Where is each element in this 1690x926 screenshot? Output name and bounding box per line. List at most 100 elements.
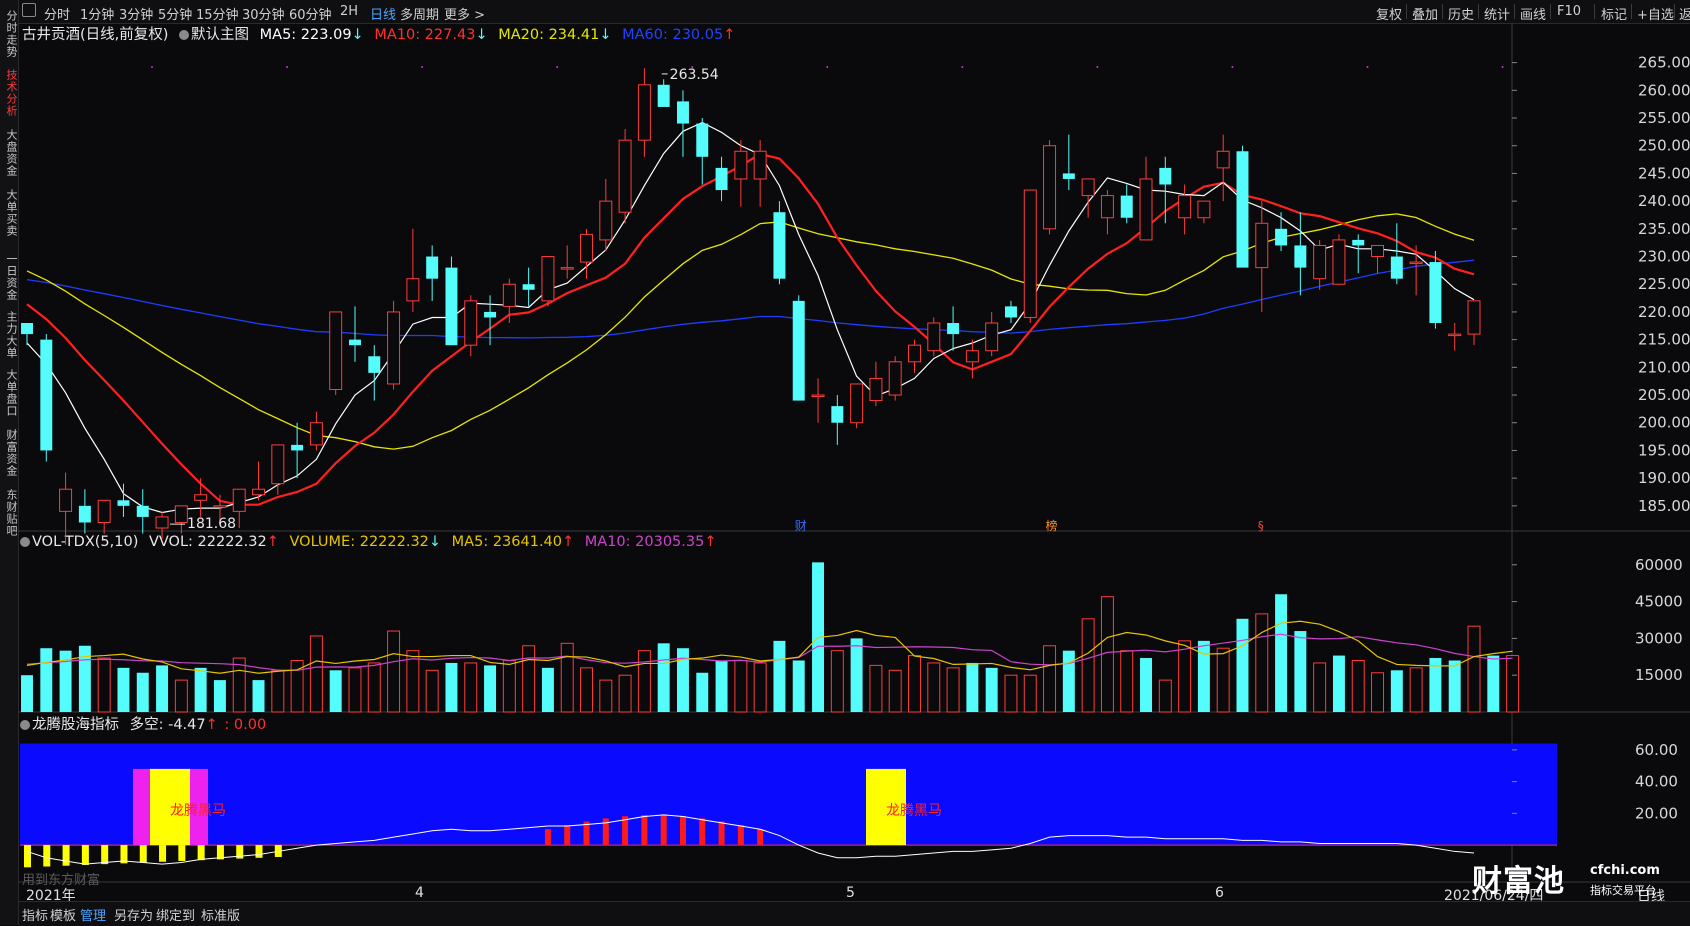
candle [1352, 234, 1365, 274]
red-bar [679, 816, 686, 846]
red-bar [718, 821, 725, 846]
y-tick-label: 190.00 [1638, 469, 1690, 487]
candle [1332, 234, 1346, 285]
volume-bar [1158, 679, 1172, 713]
bottom-indicator[interactable]: 指标 [22, 905, 48, 924]
candle-body [1448, 333, 1462, 337]
candle [1139, 156, 1153, 241]
bottom-template[interactable]: 模板 [50, 905, 76, 924]
candle-body [1062, 173, 1075, 179]
candle-body [753, 150, 767, 180]
candle [888, 356, 902, 401]
red-bar [641, 815, 648, 846]
y-tick-label: 240.00 [1638, 192, 1690, 210]
candle [155, 511, 169, 540]
bottom-saveas[interactable]: 另存为 [114, 905, 153, 924]
y-tick-label: 225.00 [1638, 275, 1690, 293]
volume-bar [946, 667, 960, 713]
candle-body [715, 167, 728, 191]
yellow-bar [81, 845, 89, 865]
volume-bar [1351, 659, 1365, 713]
volume-bars [21, 562, 1520, 713]
candle-body [1100, 195, 1114, 219]
candle [117, 483, 130, 517]
stock-chart[interactable]: 龙腾黑马 龙腾黑马 265.00 260.00 255.00 250.00 245.00 2… [0, 0, 1690, 925]
volume-bar [1390, 670, 1403, 712]
candle [715, 156, 728, 202]
candle-body [1004, 306, 1017, 318]
bottom-manage[interactable]: 管理 [80, 905, 106, 924]
event-marker: 财 [795, 519, 807, 533]
candle-body [657, 84, 670, 107]
candle [78, 489, 91, 534]
candle [1390, 223, 1403, 285]
candle-body [888, 361, 902, 396]
volume-bar [599, 679, 613, 713]
volume-bar [522, 645, 536, 713]
volume-bar [1332, 655, 1345, 712]
bottom-standard[interactable]: 标准版 [201, 905, 240, 924]
candle [252, 461, 266, 501]
candle [637, 68, 651, 157]
candle [580, 228, 593, 279]
candle-body [252, 488, 266, 496]
red-bar [544, 829, 551, 846]
volume-bar [1178, 640, 1192, 713]
ma-lines [26, 121, 1475, 514]
candle-body [1332, 239, 1346, 285]
candle-body [464, 300, 478, 346]
candle-body [155, 516, 169, 529]
ma10-line [26, 152, 1475, 506]
candle [1294, 212, 1307, 296]
event-marker: § [1258, 519, 1264, 533]
red-bar [699, 818, 706, 846]
y-tick-label: 250.00 [1638, 137, 1690, 155]
candle [1371, 244, 1385, 274]
volume-bar [232, 657, 246, 713]
volume-bar [136, 672, 149, 712]
candle-body [522, 284, 535, 290]
candle [309, 411, 323, 451]
yellow-bar [62, 845, 70, 866]
candle [1004, 300, 1017, 324]
volume-bar [502, 659, 516, 713]
event-dot [826, 66, 829, 68]
volume-bar [541, 667, 554, 712]
low-annotation: 181.68 [187, 516, 236, 532]
candle [753, 140, 767, 207]
candle-body [329, 311, 343, 390]
candle [1448, 323, 1462, 351]
candle-body [1371, 244, 1385, 258]
volume-bar [1004, 674, 1018, 713]
volume-bar [387, 630, 401, 713]
red-bar [622, 816, 629, 846]
candle [657, 79, 670, 107]
candle-body [484, 311, 497, 318]
volume-bar [1467, 625, 1481, 713]
bottom-bind[interactable]: 绑定到 [156, 905, 195, 924]
candle [1120, 184, 1133, 224]
volume-bar [40, 648, 53, 712]
event-dot [421, 66, 424, 68]
volume-bar [1275, 594, 1288, 712]
yellow-bar [101, 845, 109, 865]
candle-body [1139, 178, 1153, 241]
candle-body [1178, 195, 1192, 219]
candle-body [985, 322, 999, 352]
candle [97, 499, 111, 534]
volume-bar [117, 667, 130, 712]
candle-body [309, 422, 323, 446]
candle-body [1197, 200, 1211, 219]
vol-ma5-line [26, 620, 1513, 674]
candle [329, 311, 343, 396]
candle [387, 300, 401, 390]
y-tick-label: 195.00 [1638, 441, 1690, 459]
candle [792, 295, 805, 401]
candle [1467, 300, 1481, 346]
candle-body [174, 505, 188, 523]
candle [1023, 189, 1037, 324]
volume-bar [1023, 674, 1037, 713]
candle [811, 378, 825, 423]
indicator-blue-band [20, 743, 1557, 846]
red-bar [757, 829, 764, 846]
